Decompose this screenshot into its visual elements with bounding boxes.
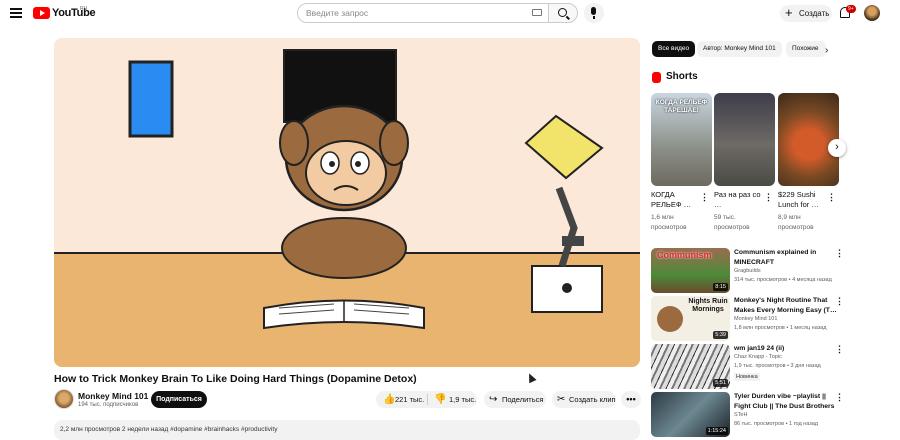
play-logo-icon	[33, 7, 50, 19]
rec-channel[interactable]: Monkey Mind 101	[734, 316, 777, 322]
short-title[interactable]: Раз на раз со …	[714, 190, 764, 210]
channel-subscribers: 194 тыс. подписчиков	[78, 402, 139, 408]
subscribe-button[interactable]: Подписаться	[151, 391, 207, 408]
logo-text: YouTube	[52, 7, 96, 19]
masthead: YouTube RU Введите запрос + Создать 9+	[0, 0, 900, 27]
rec-title[interactable]: wm jan19 24 (ii)	[734, 344, 839, 354]
video-thumbnail[interactable]: Communism 8:15	[651, 248, 730, 293]
dislike-count[interactable]: 1,9 тыс.	[449, 391, 476, 408]
short-thumbnail[interactable]	[714, 93, 775, 186]
share-button[interactable]: ↪ Поделиться	[484, 391, 546, 408]
plus-icon: +	[785, 5, 793, 20]
thumbs-up-icon[interactable]: 👍	[383, 391, 395, 408]
rec-meta: 1,9 тыс. просмотров • 3 дня назад	[734, 363, 821, 369]
short-title[interactable]: $229 Sushi Lunch for …	[778, 190, 828, 210]
rec-meta: 1,8 млн просмотров • 1 месяц назад	[734, 325, 827, 331]
like-count[interactable]: 221 тыс.	[395, 391, 424, 408]
short-views: 59 тыс. просмотров	[714, 214, 750, 231]
video-thumbnail[interactable]: Nights Ruin Mornings 5:39	[651, 296, 730, 341]
short-thumb-text: КОГДА РЕЛЬЕФ ТАРЕШАЕ!	[655, 99, 708, 114]
list-item[interactable]: 5:51 wm jan19 24 (ii) Chaz Knapp - Topic…	[651, 344, 851, 389]
share-label: Поделиться	[502, 395, 544, 404]
video-thumbnail[interactable]: 5:51	[651, 344, 730, 389]
keyboard-icon[interactable]	[532, 9, 542, 16]
more-actions-button[interactable]: •••	[621, 391, 641, 408]
account-avatar[interactable]	[864, 5, 880, 21]
duration-badge: 8:15	[713, 283, 728, 291]
create-label: Создать	[799, 9, 830, 18]
clip-button[interactable]: ✂ Создать клип	[552, 391, 616, 408]
search-icon	[558, 8, 567, 17]
rec-meta: 86 тыс. просмотров • 1 год назад	[734, 421, 819, 427]
video-frame-illustration	[54, 38, 640, 367]
voice-search-icon[interactable]	[584, 3, 604, 23]
list-item[interactable]: Nights Ruin Mornings 5:39 Monkey's Night…	[651, 296, 851, 341]
rec-menu-icon[interactable]: ⋮	[835, 248, 844, 259]
rec-menu-icon[interactable]: ⋮	[835, 392, 844, 403]
chip-related[interactable]: Похожие	[786, 41, 826, 57]
short-views: 8,9 млн просмотров	[778, 214, 814, 231]
rec-channel[interactable]: Gragbuilds	[734, 268, 761, 274]
duration-badge: 5:51	[713, 379, 728, 387]
rec-title[interactable]: Tyler Durden vibe ~playlist || Fight Clu…	[734, 392, 839, 411]
rec-channel[interactable]: Chaz Knapp - Topic	[734, 354, 782, 360]
thumbs-down-icon[interactable]: 👎	[434, 391, 446, 408]
shorts-logo-icon	[652, 72, 661, 83]
rec-title[interactable]: Communism explained in MINECRAFT	[734, 248, 839, 267]
thumb-text: Nights Ruin Mornings	[688, 298, 728, 313]
mouse-cursor	[525, 371, 537, 384]
search-button[interactable]	[548, 3, 578, 23]
rec-menu-icon[interactable]: ⋮	[835, 296, 844, 307]
monkey-figure	[657, 306, 683, 332]
rec-title[interactable]: Monkey's Night Routine That Makes Every …	[734, 296, 839, 315]
channel-avatar[interactable]	[54, 389, 74, 409]
share-arrow-icon: ↪	[489, 394, 498, 405]
list-item[interactable]: Communism 8:15 Communism explained in MI…	[651, 248, 851, 293]
thumb-text: Communism	[657, 250, 712, 260]
search-placeholder: Введите запрос	[306, 8, 369, 18]
video-player[interactable]	[54, 38, 640, 367]
description-box[interactable]: 2,2 млн просмотров 2 недели назад #dopam…	[54, 420, 640, 440]
clip-label: Создать клип	[569, 395, 616, 404]
rec-menu-icon[interactable]: ⋮	[835, 344, 844, 355]
search-input[interactable]: Введите запрос	[297, 3, 549, 23]
shorts-heading: Shorts	[666, 71, 698, 82]
list-item[interactable]: 1:15:24 Tyler Durden vibe ~playlist || F…	[651, 392, 851, 437]
rec-meta: 314 тыс. просмотров • 4 месяца назад	[734, 277, 832, 283]
short-menu-icon[interactable]: ⋮	[764, 192, 773, 203]
rec-channel[interactable]: STeH	[734, 412, 747, 418]
chip-all[interactable]: Все видео	[652, 41, 696, 57]
region-code: RU	[80, 6, 88, 12]
new-badge: Новинка	[734, 373, 760, 381]
like-dislike-group: 👍 221 тыс. 👎 1,9 тыс.	[376, 391, 477, 408]
short-menu-icon[interactable]: ⋮	[827, 192, 836, 203]
short-thumbnail[interactable]	[778, 93, 839, 186]
short-thumbnail[interactable]: КОГДА РЕЛЬЕФ ТАРЕШАЕ!	[651, 93, 712, 186]
youtube-logo[interactable]: YouTube RU	[33, 6, 96, 19]
video-title: How to Trick Monkey Brain To Like Doing …	[54, 373, 417, 385]
shorts-next-arrow-icon[interactable]: ›	[828, 139, 846, 157]
duration-badge: 1:15:24	[705, 427, 728, 435]
chevron-right-icon[interactable]: ›	[825, 45, 828, 56]
channel-name[interactable]: Monkey Mind 101	[78, 391, 148, 401]
hamburger-menu-icon[interactable]	[10, 8, 22, 18]
notifications-badge: 9+	[846, 5, 856, 13]
duration-badge: 5:39	[713, 331, 728, 339]
chip-author[interactable]: Автор: Monkey Mind 101	[697, 41, 782, 57]
short-title[interactable]: КОГДА РЕЛЬЕФ …	[651, 190, 701, 210]
scissors-icon: ✂	[557, 394, 566, 405]
divider	[427, 394, 428, 405]
video-thumbnail[interactable]: 1:15:24	[651, 392, 730, 437]
short-menu-icon[interactable]: ⋮	[700, 192, 709, 203]
create-button[interactable]: + Создать	[780, 5, 832, 22]
short-views: 1,6 млн просмотров	[651, 214, 687, 231]
